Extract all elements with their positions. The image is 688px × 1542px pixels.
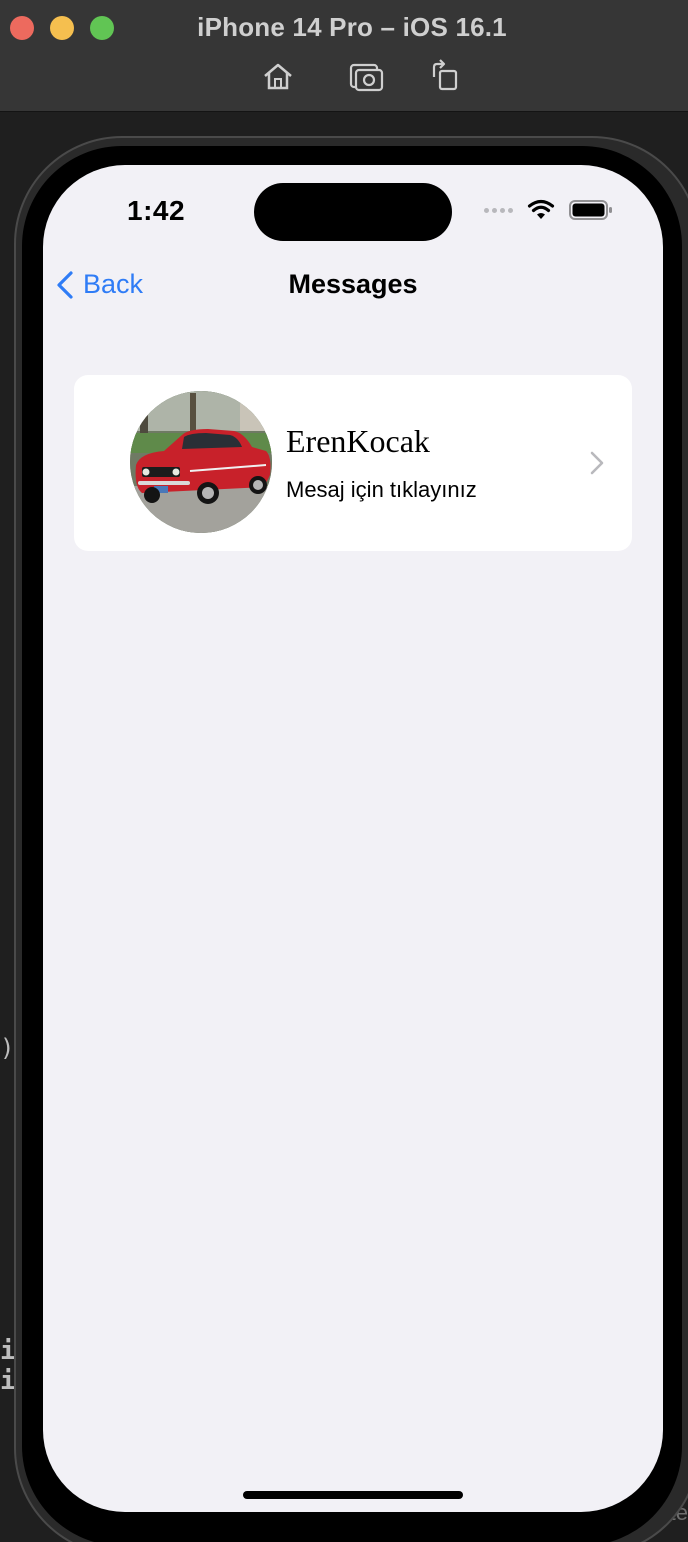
status-time: 1:42 (127, 195, 186, 226)
message-list-item[interactable]: ErenKocak Mesaj için tıklayınız (74, 375, 632, 551)
battery-icon (569, 200, 612, 220)
zoom-window-button[interactable] (90, 16, 114, 40)
screenshot-icon (349, 63, 384, 92)
avatar (130, 391, 272, 533)
rotate-button[interactable] (424, 56, 464, 96)
home-indicator[interactable] (243, 1491, 463, 1499)
contact-name: ErenKocak (286, 423, 430, 459)
home-icon (264, 63, 292, 90)
device-screen: 1:42 Back Messages ErenKocak Mesaj için … (43, 165, 663, 1512)
editor-code-fragment: ) (0, 1034, 15, 1062)
rotate-icon (432, 59, 458, 91)
simulator-titlebar: iPhone 14 Pro – iOS 16.1 (0, 0, 688, 112)
dynamic-island (254, 183, 452, 241)
page-title: Messages (288, 269, 418, 299)
message-preview: Mesaj için tıklayınız (286, 477, 477, 502)
minimize-window-button[interactable] (50, 16, 74, 40)
home-button[interactable] (258, 56, 298, 96)
status-icons (484, 199, 613, 221)
close-window-button[interactable] (10, 16, 34, 40)
window-title: iPhone 14 Pro – iOS 16.1 (197, 12, 507, 42)
cellular-icon (484, 207, 513, 213)
car-photo-image (130, 391, 272, 533)
screenshot-button[interactable] (346, 56, 386, 96)
wifi-icon (527, 199, 555, 219)
chevron-right-icon (590, 451, 604, 475)
